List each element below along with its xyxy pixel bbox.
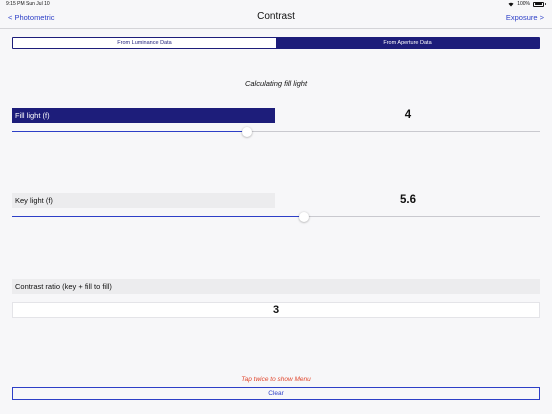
status-right: 100% xyxy=(508,1,546,7)
fill-light-slider-thumb[interactable] xyxy=(242,127,252,137)
contrast-ratio-label: Contrast ratio (key + fill to fill) xyxy=(12,279,540,294)
segment-luminance-data[interactable]: From Luminance Data xyxy=(13,38,276,48)
fill-light-value: 4 xyxy=(404,109,412,121)
status-date: Sun Jul 10 xyxy=(26,1,50,7)
key-light-slider-fill xyxy=(12,216,304,217)
contrast-ratio-value: 3 xyxy=(12,302,540,318)
forward-button-exposure[interactable]: Exposure > xyxy=(506,13,544,22)
segment-aperture-data[interactable]: From Aperture Data xyxy=(276,38,539,48)
menu-hint: Tap twice to show Menu xyxy=(241,376,311,383)
battery-cap-icon xyxy=(545,3,546,5)
fill-light-slider[interactable] xyxy=(12,127,540,137)
clear-button[interactable]: Clear xyxy=(12,387,540,400)
navigation-bar: < Photometric Contrast Exposure > xyxy=(0,9,552,29)
key-light-label: Key light (f) xyxy=(12,193,275,208)
fill-light-label: Fill light (f) xyxy=(12,108,275,123)
fill-light-slider-fill xyxy=(12,131,247,132)
status-bar: 9:15 PM Sun Jul 10 100% xyxy=(0,0,552,9)
battery-icon xyxy=(533,1,544,7)
key-light-slider-thumb[interactable] xyxy=(299,212,309,222)
battery-percent: 100% xyxy=(517,1,530,7)
status-time: 9:15 PM xyxy=(6,1,25,7)
key-light-value: 5.6 xyxy=(400,194,416,206)
key-light-slider[interactable] xyxy=(12,212,540,222)
section-caption: Calculating fill light xyxy=(244,79,308,88)
page-title: Contrast xyxy=(257,11,295,22)
source-segmented-control: From Luminance Data From Aperture Data xyxy=(12,37,540,49)
wifi-icon xyxy=(508,2,514,7)
